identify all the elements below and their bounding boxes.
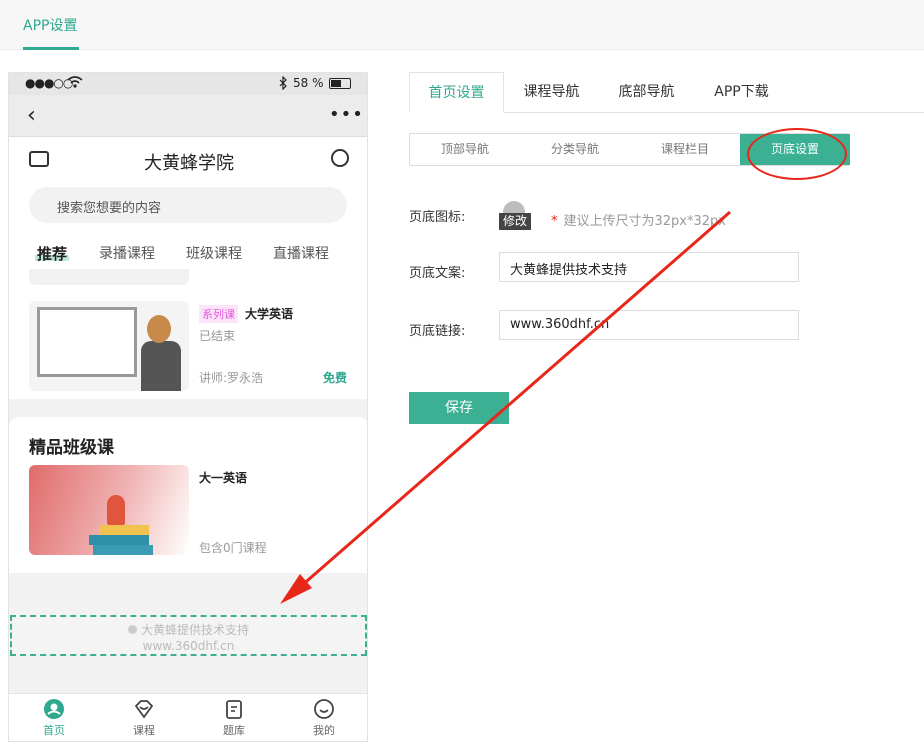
footer-link[interactable]: www.360dhf.cn [12,639,365,653]
course-thumbnail [29,301,189,391]
tab-course[interactable]: 课程 [114,698,174,738]
icon-hint-text: 建议上传尺寸为32px*32px [563,214,726,229]
course-title: 大学英语 [245,307,294,321]
category-live[interactable]: 直播课程 [273,243,329,263]
course-icon [134,700,154,719]
search-icon[interactable] [331,149,349,167]
tab-underline [23,47,79,50]
book-stack-2 [89,535,149,545]
icon-size-hint: * 建议上传尺寸为32px*32px [551,210,726,229]
previous-card-edge [29,269,189,285]
category-class[interactable]: 班级课程 [186,243,242,263]
course-card[interactable]: 系列课 大学英语 已结束 讲师:罗永浩 免费 [9,269,367,399]
category-recorded[interactable]: 录播课程 [99,243,155,263]
wifi-icon [67,76,83,88]
course-tag: 系列课 [199,305,238,323]
battery-icon [329,78,351,89]
tab-question-bank-label: 题库 [223,724,245,737]
question-bank-icon [226,700,242,719]
segment-top-nav[interactable]: 顶部导航 [410,134,520,165]
category-recommend[interactable]: 推荐 [37,243,67,264]
segment-category-nav[interactable]: 分类导航 [520,134,630,165]
tab-home[interactable]: 首页 [24,698,84,738]
back-icon[interactable]: ‹ [27,103,36,128]
signal-icon: ●●●○○ [25,76,73,90]
profile-icon [314,699,334,719]
section-gap [9,399,367,417]
class-section: 精品班级课 大一英语 包含0门课程 [9,417,367,573]
footer-icon-upload[interactable]: 修改 [499,199,531,231]
course-price: 免费 [323,371,348,385]
modify-label[interactable]: 修改 [499,213,531,230]
status-bar: ●●●○○ 58 % [9,73,367,95]
footer-text-input[interactable]: 大黄蜂提供技术支持 [499,252,799,282]
tab-home-label: 首页 [43,724,65,737]
section-title: 精品班级课 [29,438,114,458]
tab-profile[interactable]: 我的 [294,698,354,738]
class-count: 包含0门课程 [199,541,267,555]
book-stack [99,525,149,535]
bottom-tab-bar: 首页 课程 题库 我的 [9,693,367,741]
reader-figure [107,495,125,525]
tab-course-label: 课程 [133,724,155,737]
home-icon [44,699,64,719]
footer-link-input[interactable]: www.360dhf.cn [499,310,799,340]
course-teacher: 讲师:罗永浩 [199,371,264,385]
more-icon[interactable]: ••• [329,104,364,125]
footer-text: 大黄蜂提供技术支持 [140,623,249,637]
search-placeholder: 搜索您想要的内容 [57,201,162,216]
class-title[interactable]: 大一英语 [199,469,247,486]
settings-tabs: 首页设置 课程导航 底部导航 APP下载 [409,72,924,113]
footer-text-label: 页底文案: [409,266,466,281]
tab-bottom-nav[interactable]: 底部导航 [599,72,694,113]
teacher-figure [141,341,181,391]
battery-percent: 58 % [293,76,324,90]
tab-question-bank[interactable]: 题库 [204,698,264,738]
tab-app-download[interactable]: APP下载 [694,72,789,113]
footer-icon-label: 页底图标: [409,210,466,225]
footer-text-line: 大黄蜂提供技术支持 [12,621,365,638]
top-bar: APP设置 [0,0,924,50]
annotation-circle [747,128,847,180]
search-input[interactable]: 搜索您想要的内容 [29,187,347,223]
class-thumbnail[interactable] [29,465,189,555]
whiteboard-image [37,307,137,377]
category-nav: 推荐 录播课程 班级课程 直播课程 [9,233,367,269]
tab-profile-label: 我的 [313,724,335,737]
tab-home-settings[interactable]: 首页设置 [409,72,504,113]
tab-app-settings[interactable]: APP设置 [23,15,77,35]
segment-course-column[interactable]: 课程栏目 [630,134,740,165]
footer-logo-icon [127,625,137,634]
teacher-head [147,315,171,343]
book-stack-3 [93,545,153,555]
phone-preview: ●●●○○ 58 % ‹ ••• 大黄蜂学院 搜索您想要的内容 推荐 录播课程 … [8,72,368,742]
app-header: 大黄蜂学院 [9,137,367,183]
footer-link-label: 页底链接: [409,324,466,339]
course-status: 已结束 [199,329,236,343]
phone-nav-bar: ‹ ••• [9,95,367,137]
save-button[interactable]: 保存 [409,392,509,424]
tab-course-nav[interactable]: 课程导航 [504,72,599,113]
bluetooth-icon [279,76,287,90]
required-star: * [551,214,558,229]
footer-preview: 大黄蜂提供技术支持 www.360dhf.cn [10,615,367,656]
app-title: 大黄蜂学院 [144,153,234,174]
